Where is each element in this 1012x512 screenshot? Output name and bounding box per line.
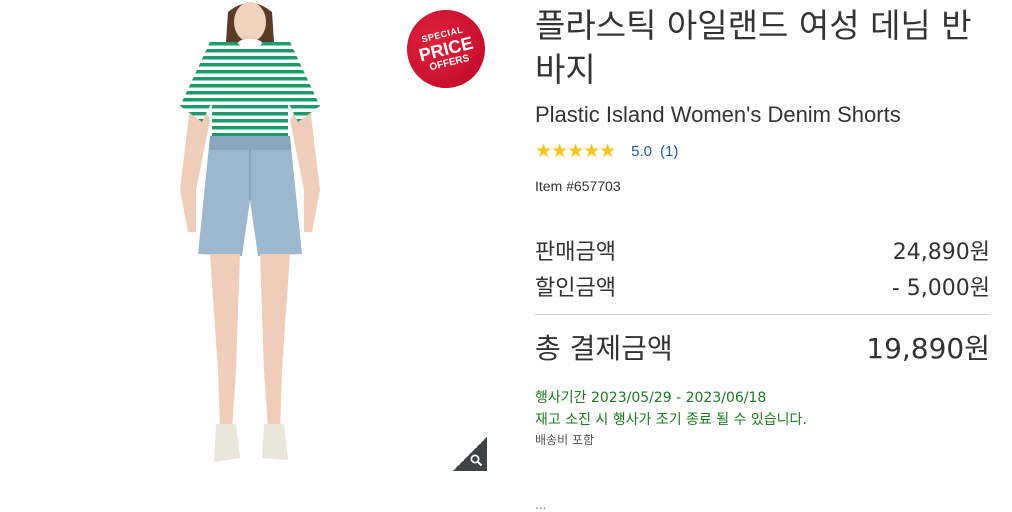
zoom-button[interactable] — [453, 437, 487, 471]
sale-price-label: 판매금액 — [535, 240, 616, 265]
product-title-english: Plastic Island Women's Denim Shorts — [535, 102, 901, 127]
discount-value: - 5,000원 — [891, 276, 990, 301]
rating-value[interactable]: 5.0 — [631, 143, 652, 160]
promotion-info: 행사기간 2023/05/29 - 2023/06/18 재고 소진 시 행사가… — [535, 387, 990, 431]
special-price-badge: SPECIAL PRICE OFFERS — [398, 1, 494, 97]
discount-row: 할인금액 - 5,000원 — [535, 270, 990, 302]
price-divider — [535, 314, 990, 315]
item-number: Item #657703 — [535, 178, 621, 194]
promotion-period: 행사기간 2023/05/29 - 2023/06/18 — [535, 390, 767, 406]
discount-label: 할인금액 — [535, 276, 616, 301]
rating-stars-icon[interactable]: ★★★★★ — [535, 140, 616, 162]
total-price-row: 총 결제금액 19,890원 — [535, 327, 990, 367]
shipping-included-note: 배송비 포함 — [535, 433, 595, 447]
sale-price-row: 판매금액 24,890원 — [535, 234, 990, 266]
rating-row[interactable]: ★★★★★ 5.0 (1) — [535, 140, 990, 162]
truncated-text: ... — [535, 498, 547, 512]
product-title-korean: 플라스틱 아일랜드 여성 데님 반바지 — [535, 6, 972, 89]
promotion-notice: 재고 소진 시 행사가 조기 종료 될 수 있습니다. — [535, 412, 807, 428]
total-price-value: 19,890원 — [866, 332, 990, 365]
product-info-panel: 플라스틱 아일랜드 여성 데님 반바지 Plastic Island Women… — [535, 0, 990, 512]
total-price-label: 총 결제금액 — [535, 332, 673, 365]
product-image-panel[interactable]: SPECIAL PRICE OFFERS — [0, 0, 500, 490]
magnifier-icon — [470, 454, 483, 467]
review-count-link[interactable]: (1) — [660, 143, 678, 160]
product-photo[interactable] — [170, 0, 330, 470]
sale-price-value: 24,890원 — [892, 240, 990, 265]
